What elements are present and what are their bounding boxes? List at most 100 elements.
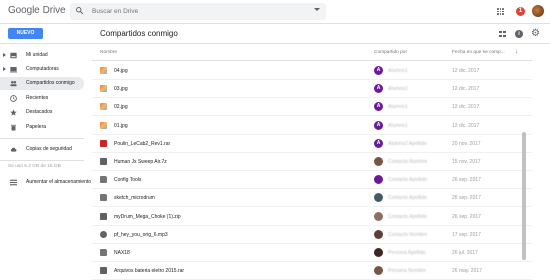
sidebar-item-label: Mi unidad	[26, 52, 48, 58]
storage-bars-icon	[10, 179, 17, 186]
folder-icon	[100, 249, 107, 256]
file-name: NAX18	[114, 250, 130, 256]
page-title: Compartidos conmigo	[100, 29, 178, 38]
file-name: 04.jpg	[114, 68, 128, 74]
sidebar-divider	[0, 138, 84, 139]
file-name: 01.jpg	[114, 122, 128, 129]
sidebar-item-backups[interactable]: Copias de seguridad	[0, 143, 84, 156]
table-row[interactable]: 03.jpg A Alumno1 12 dic. 2017	[92, 80, 532, 99]
table-row[interactable]: 02.jpg A Alumno1 12 dic. 2017	[92, 98, 532, 117]
star-icon	[10, 109, 17, 116]
search-icon[interactable]	[75, 6, 84, 15]
owner-avatar: A	[374, 138, 383, 148]
new-button[interactable]: NUEVO	[8, 28, 43, 39]
image-file-icon	[100, 85, 107, 93]
upgrade-storage-link[interactable]: Aumentar el almacenamiento	[8, 179, 91, 189]
owner-name: Contacto Apellido	[388, 195, 427, 202]
table-row[interactable]: 01.jpg A Alumno1 12 dic. 2017	[92, 117, 532, 135]
drive-icon	[10, 52, 17, 59]
sidebar-item-label: Destacados	[26, 109, 53, 115]
file-name: Arquivos bateria eletro 2015.rar	[114, 268, 185, 275]
search-box[interactable]	[70, 3, 326, 20]
notifications-badge[interactable]: 1	[516, 7, 525, 16]
account-avatar[interactable]	[532, 5, 544, 17]
owner-avatar: A	[374, 102, 383, 112]
owner-avatar	[374, 211, 383, 221]
sidebar-item-shared-with-me[interactable]: Compartidos conmigo	[0, 77, 84, 90]
settings-gear-icon[interactable]: ⚙	[531, 29, 540, 39]
table-row[interactable]: Arquivos bateria eletro 2015.rar Persona …	[92, 262, 532, 280]
logo-google-text: Google	[8, 5, 40, 16]
owner-name: Alumno1	[388, 104, 408, 111]
shared-date: 12 dic. 2017	[452, 122, 480, 129]
sidebar-item-label: Papelera	[26, 124, 47, 130]
owner-avatar: A	[374, 84, 383, 94]
image-file-icon	[100, 67, 107, 74]
table-row[interactable]: Human Jx Sweep Air.7z Contacto Nombre 15 n…	[92, 153, 532, 171]
table-row[interactable]: NAX18 Persona Apellido 26 jul. 2017	[92, 244, 532, 262]
sidebar-item-recent[interactable]: Recientes	[0, 92, 84, 105]
computer-icon	[10, 67, 17, 73]
logo-drive-text: Drive	[42, 5, 66, 16]
sidebar-item-starred[interactable]: Destacados	[0, 106, 84, 119]
column-header-date[interactable]: Fecha en que se comp...	[452, 50, 505, 55]
toolbar: NUEVO Compartidos conmigo i ⚙	[0, 24, 550, 44]
sidebar-item-label: Compartidos conmigo	[26, 80, 75, 86]
sort-down-icon[interactable]: ↓	[515, 49, 518, 55]
shared-date: 15 nov. 2017	[452, 159, 481, 165]
file-name: Poulin_LeCab2_Rev1.rar	[114, 140, 171, 147]
grid-view-icon[interactable]	[499, 31, 506, 37]
owner-name: Contacto Nombre	[388, 231, 428, 238]
people-icon	[10, 81, 17, 87]
owner-name: Contacto Nombre	[388, 159, 428, 165]
shared-date: 26 sep. 2017	[452, 213, 481, 220]
shared-date: 26 sep. 2017	[452, 177, 481, 184]
owner-name: Alumno1	[388, 122, 408, 129]
owner-name: Alumno1	[388, 68, 408, 74]
shared-date: 12 dic. 2017	[452, 86, 480, 93]
sidebar-item-my-drive[interactable]: Mi unidad	[0, 49, 84, 62]
storage-usage-text: Se usó 5.2 GB de 15 GB	[8, 164, 61, 169]
file-name: myDrum_Mega_Choke (1).zip	[114, 213, 181, 220]
file-list: Nombre Compartido por Fecha en que se co…	[92, 44, 550, 280]
folder-icon	[100, 194, 107, 202]
upgrade-storage-label: Aumentar el almacenamiento	[26, 179, 92, 185]
owner-avatar: A	[374, 120, 383, 130]
shared-date: 26 sep. 2017	[452, 195, 481, 202]
file-name: Human Jx Sweep Air.7z	[114, 159, 167, 165]
google-drive-logo[interactable]: Google Drive	[8, 5, 66, 16]
expand-caret-icon[interactable]	[3, 53, 6, 57]
owner-avatar	[374, 175, 383, 185]
table-row[interactable]: Config Tools Contacto Apellido 26 sep. 201…	[92, 171, 532, 190]
file-name: 03.jpg	[114, 86, 128, 93]
image-file-icon	[100, 103, 107, 111]
file-name: sketch_microdrum	[114, 195, 155, 202]
file-name: pf_hey_you_orig_6.mp3	[114, 231, 168, 238]
table-row[interactable]: myDrum_Mega_Choke (1).zip Contacto Apelli…	[92, 208, 532, 226]
owner-avatar	[374, 193, 383, 203]
apps-grid-icon[interactable]	[497, 8, 504, 15]
sidebar-item-label: Copias de seguridad	[26, 146, 72, 152]
expand-caret-icon[interactable]	[3, 67, 6, 71]
table-row[interactable]: 04.jpg A Alumno1 12 dic. 2017	[92, 62, 532, 80]
sidebar-item-trash[interactable]: Papelera	[0, 121, 84, 134]
owner-avatar	[374, 157, 383, 166]
search-options-icon[interactable]	[314, 8, 320, 11]
table-row[interactable]: pf_hey_you_orig_6.mp3 Contacto Nombre 17 s…	[92, 226, 532, 244]
info-icon[interactable]: i	[515, 30, 523, 38]
sidebar-item-computers[interactable]: Computadoras	[0, 63, 84, 76]
file-name: 02.jpg	[114, 104, 128, 111]
archive-file-icon	[100, 139, 107, 147]
owner-avatar: A	[374, 66, 383, 75]
scrollbar[interactable]	[522, 132, 526, 260]
shared-date: 12 dic. 2017	[452, 104, 480, 111]
table-row[interactable]: Poulin_LeCab2_Rev1.rar A Alumno2 Apellido 2…	[92, 135, 532, 153]
table-row[interactable]: sketch_microdrum Contacto Apellido 26 sep.…	[92, 189, 532, 208]
column-header-shared-by[interactable]: Compartido por	[374, 50, 407, 55]
search-input[interactable]	[92, 5, 292, 18]
archive-file-icon	[100, 212, 107, 220]
column-header-name[interactable]: Nombre	[100, 50, 117, 55]
shared-date: 26 jul. 2017	[452, 250, 478, 256]
owner-avatar	[374, 229, 383, 239]
shared-date: 20 nov. 2017	[452, 140, 481, 147]
